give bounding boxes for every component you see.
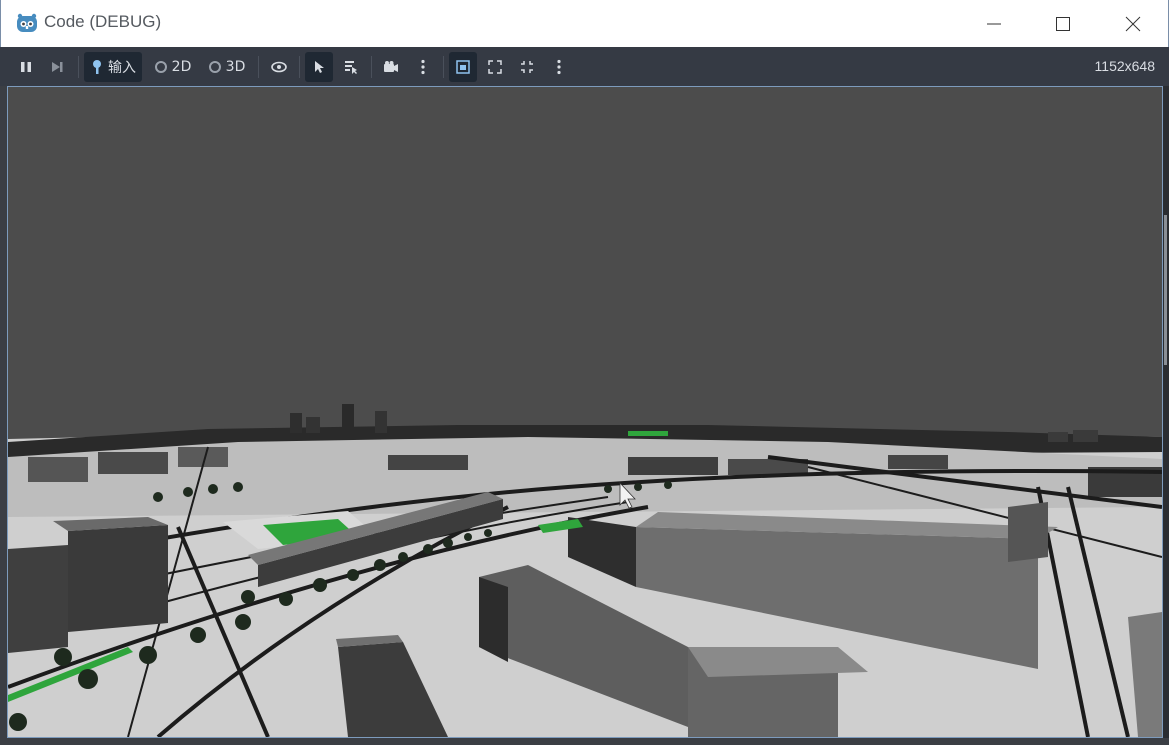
fit-icon — [488, 60, 502, 74]
close-button[interactable] — [1098, 0, 1168, 47]
mode-2d-label: 2D — [171, 59, 192, 75]
camera-button[interactable] — [377, 52, 405, 82]
fit-button[interactable] — [481, 52, 509, 82]
city-scene — [8, 87, 1162, 737]
debug-toolbar: 输入 2D 3D 1152x648 — [0, 47, 1169, 86]
input-label: 输入 — [108, 60, 136, 76]
maximize-icon — [1056, 16, 1070, 31]
maximize-button[interactable] — [1028, 0, 1098, 47]
title-bar: Code (DEBUG) — [0, 0, 1169, 47]
separator — [299, 56, 300, 78]
fullscreen-button[interactable] — [513, 52, 541, 82]
visibility-button[interactable] — [265, 52, 293, 82]
fullscreen-icon — [521, 61, 533, 73]
list-select-button[interactable] — [337, 52, 365, 82]
list-select-icon — [345, 61, 357, 74]
resolution-label: 1152x648 — [1094, 58, 1155, 74]
separator — [443, 56, 444, 78]
input-toggle[interactable]: 输入 — [84, 52, 142, 82]
embed-options-button[interactable] — [545, 52, 573, 82]
mode-3d-radio[interactable]: 3D — [204, 52, 250, 82]
game-viewport[interactable] — [7, 86, 1163, 738]
pause-icon — [21, 62, 31, 72]
scrollbar-track[interactable] — [1163, 86, 1169, 738]
vertical-ellipsis-icon — [421, 59, 425, 75]
embed-window-button[interactable] — [449, 52, 477, 82]
camera-icon — [384, 61, 398, 72]
embed-window-icon — [456, 60, 470, 74]
select-button[interactable] — [305, 52, 333, 82]
mode-3d-label: 3D — [225, 59, 246, 75]
pause-button[interactable] — [12, 52, 40, 82]
next-frame-button[interactable] — [43, 52, 71, 82]
eye-icon — [271, 61, 287, 73]
minimize-icon — [987, 23, 1001, 24]
window-title: Code (DEBUG) — [44, 12, 162, 31]
separator — [78, 56, 79, 78]
arrow-cursor-icon — [315, 61, 324, 73]
vertical-ellipsis-icon — [557, 59, 561, 75]
next-frame-icon — [52, 62, 63, 72]
minimize-button[interactable] — [959, 0, 1029, 47]
scrollbar-thumb[interactable] — [1164, 215, 1167, 365]
radio-icon — [154, 61, 167, 73]
separator — [258, 56, 259, 78]
mode-2d-radio[interactable]: 2D — [150, 52, 196, 82]
joystick-icon — [93, 60, 101, 74]
camera-options-button[interactable] — [409, 52, 437, 82]
radio-icon — [208, 61, 221, 73]
godot-icon — [17, 13, 37, 32]
close-icon — [1125, 16, 1141, 31]
separator — [371, 56, 372, 78]
